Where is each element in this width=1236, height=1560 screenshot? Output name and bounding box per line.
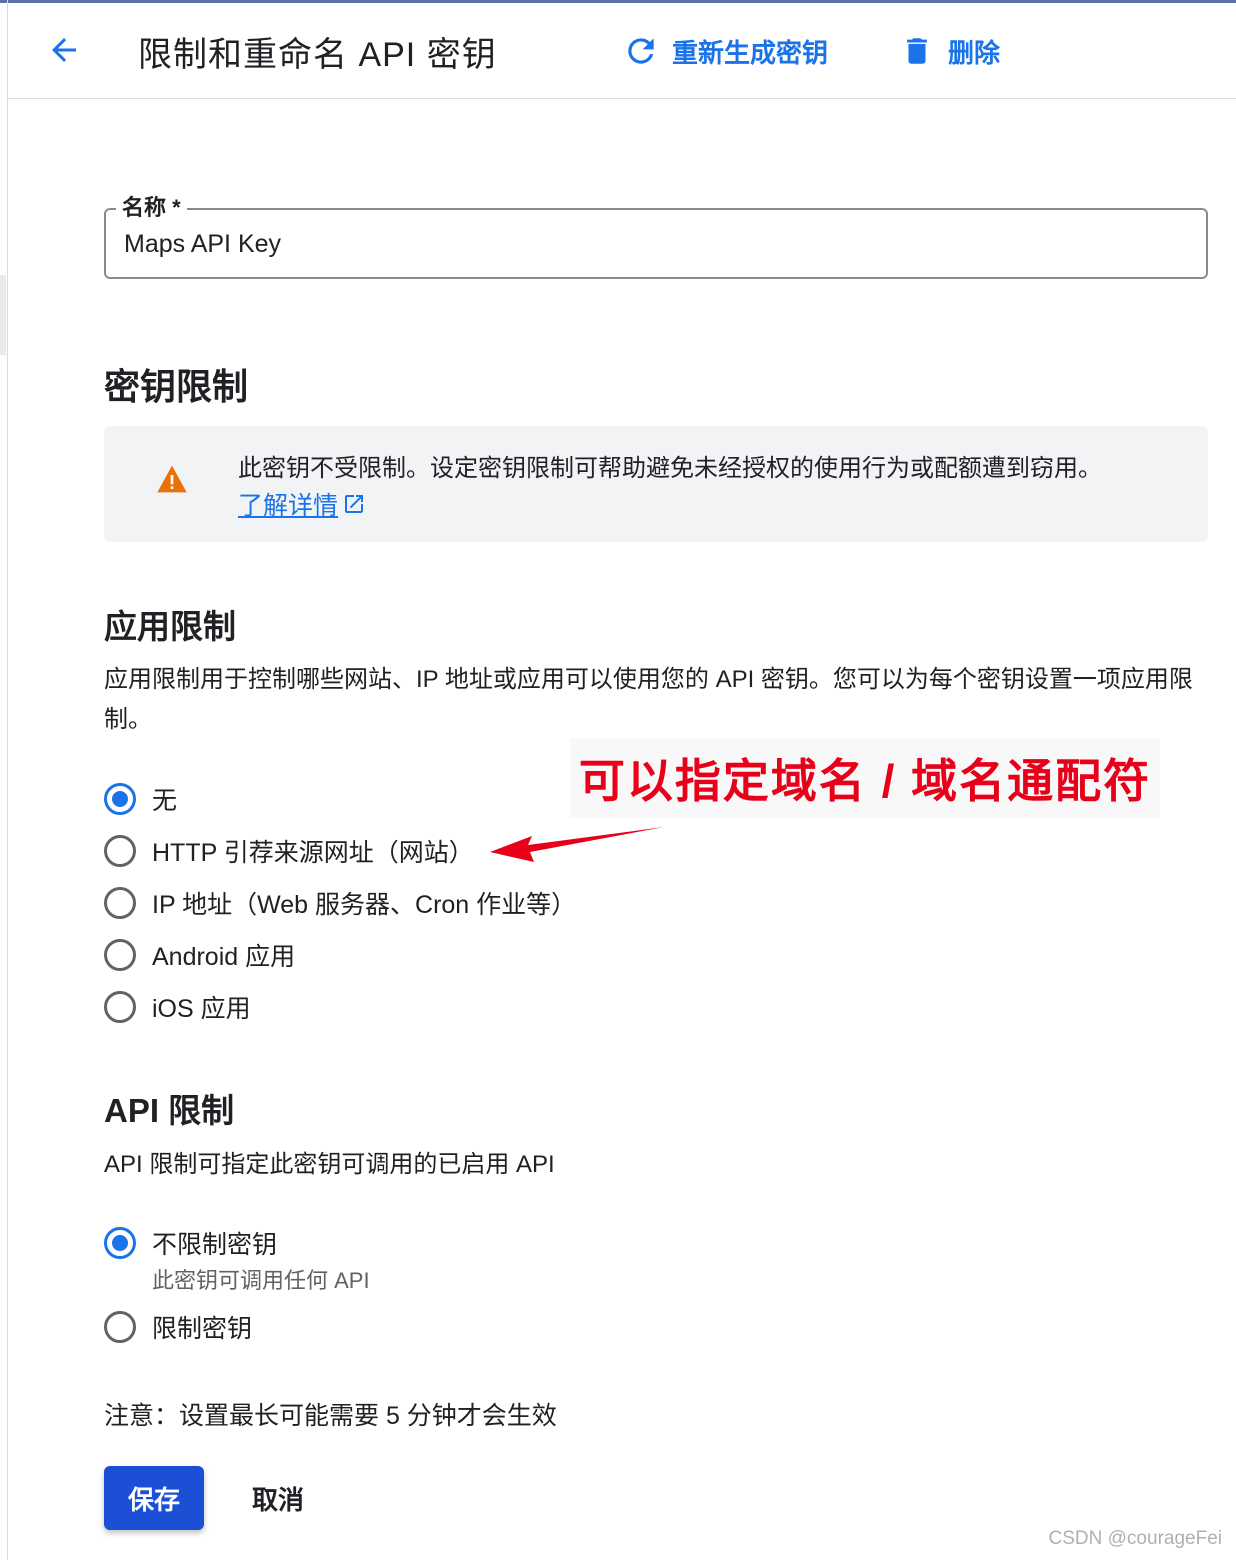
back-button[interactable] — [42, 25, 86, 75]
option-sublabel: 此密钥可调用任何 API — [152, 1268, 370, 1293]
annotation-callout: 可以指定域名 / 域名通配符 — [570, 738, 1160, 818]
annotation-arrow — [490, 827, 664, 862]
option-label: 限制密钥 — [152, 1315, 253, 1343]
name-field[interactable] — [104, 208, 1208, 279]
option-label: HTTP 引荐来源网址（网站） — [152, 839, 474, 867]
settings-note: 注意：设置最长可能需要 5 分钟才会生效 — [104, 1402, 557, 1430]
page-header: 限制和重命名 API 密钥 重新生成密钥 删除 — [8, 3, 1236, 99]
save-button[interactable]: 保存 — [104, 1466, 204, 1530]
warning-banner: 此密钥不受限制。设定密钥限制可帮助避免未经授权的使用行为或配额遭到窃用。 了解详… — [104, 426, 1208, 542]
app-restriction-option-android[interactable]: Android 应用 — [104, 937, 295, 973]
option-label: iOS 应用 — [152, 995, 251, 1023]
radio-restrict[interactable] — [104, 1311, 136, 1343]
left-divider — [7, 0, 8, 1560]
app-restriction-option-ios[interactable]: iOS 应用 — [104, 989, 251, 1025]
page-title: 限制和重命名 API 密钥 — [138, 36, 497, 74]
left-edge-tab — [0, 275, 6, 355]
radio-android[interactable] — [104, 939, 136, 971]
trash-icon — [898, 29, 936, 73]
api-restriction-option-unrestricted[interactable]: 不限制密钥 — [104, 1225, 277, 1261]
api-restriction-option-restrict[interactable]: 限制密钥 — [104, 1309, 252, 1345]
radio-http-referrers[interactable] — [104, 835, 136, 867]
app-restrictions-heading: 应用限制 — [104, 608, 236, 645]
radio-ios[interactable] — [104, 991, 136, 1023]
cancel-button[interactable]: 取消 — [228, 1466, 328, 1530]
option-label: IP 地址（Web 服务器、Cron 作业等） — [152, 891, 577, 919]
refresh-icon — [622, 29, 660, 73]
open-in-new-icon — [345, 495, 364, 513]
key-restrictions-heading: 密钥限制 — [104, 366, 249, 407]
learn-more-link[interactable]: 了解详情 — [238, 486, 366, 522]
name-input[interactable] — [124, 224, 1184, 264]
warning-text: 此密钥不受限制。设定密钥限制可帮助避免未经授权的使用行为或配额遭到窃用。 — [238, 455, 1102, 482]
delete-button[interactable]: 删除 — [898, 29, 1000, 73]
page: 限制和重命名 API 密钥 重新生成密钥 删除 名称 * 密钥限制 — [0, 0, 1236, 1560]
name-field-label: 名称 * — [116, 190, 187, 222]
watermark: CSDN @courageFei — [1048, 1528, 1222, 1549]
option-label: 不限制密钥 — [152, 1231, 278, 1259]
arrow-back-icon — [52, 38, 76, 62]
warning-icon — [157, 465, 187, 493]
api-restrictions-heading: API 限制 — [104, 1092, 235, 1129]
app-restriction-option-http-referrers[interactable]: HTTP 引荐来源网址（网站） — [104, 833, 474, 869]
radio-ip-addresses[interactable] — [104, 887, 136, 919]
regenerate-key-button[interactable]: 重新生成密钥 — [622, 29, 828, 73]
radio-none[interactable] — [104, 783, 136, 815]
learn-more-label: 了解详情 — [238, 492, 339, 520]
radio-unrestricted[interactable] — [104, 1227, 136, 1259]
api-restrictions-description: API 限制可指定此密钥可调用的已启用 API — [104, 1151, 555, 1178]
option-label: Android 应用 — [152, 943, 296, 971]
app-restriction-option-ip-addresses[interactable]: IP 地址（Web 服务器、Cron 作业等） — [104, 885, 576, 921]
regenerate-key-label: 重新生成密钥 — [672, 37, 829, 68]
app-restriction-option-none[interactable]: 无 — [104, 781, 177, 817]
delete-label: 删除 — [948, 37, 1001, 68]
app-restrictions-description: 应用限制用于控制哪些网站、IP 地址或应用可以使用您的 API 密钥。您可以为每… — [104, 666, 1193, 733]
option-label: 无 — [152, 787, 178, 815]
